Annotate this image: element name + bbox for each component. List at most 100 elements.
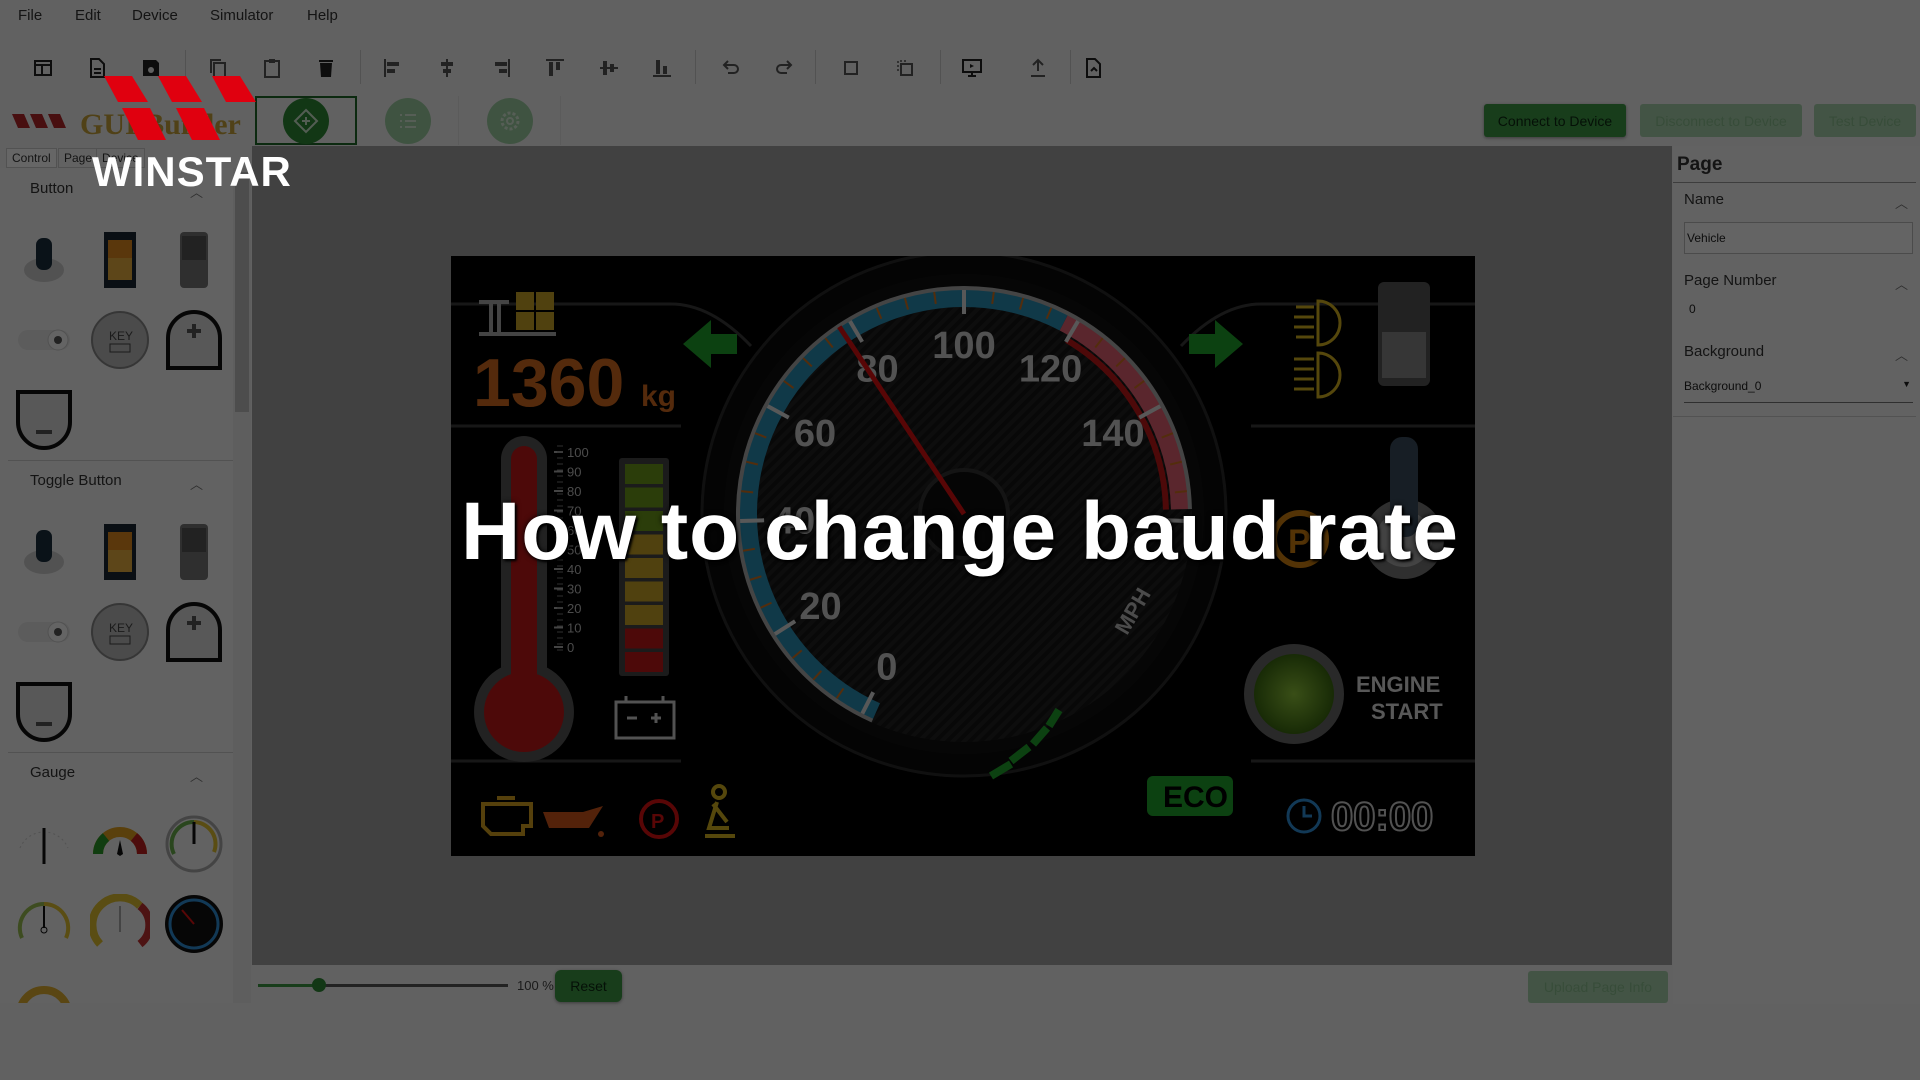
name-label: Name (1684, 191, 1725, 208)
palette-item-toggle-lever[interactable] (14, 230, 74, 290)
speed-label: 0 (876, 646, 897, 688)
page-number-value: 0 (1689, 302, 1696, 316)
palette-section-title[interactable]: Button (30, 180, 73, 197)
mode-list[interactable] (357, 96, 459, 145)
menu-file[interactable]: File (18, 7, 42, 24)
redo-icon (776, 60, 793, 74)
menu-simulator[interactable]: Simulator (210, 7, 273, 24)
palette-item-plus-button[interactable] (164, 310, 224, 370)
dropdown-arrow-icon: ▼ (1902, 379, 1911, 389)
upload-button[interactable] (1025, 55, 1051, 81)
half-gauge-icon (18, 986, 70, 1003)
redo-button[interactable] (772, 55, 798, 81)
key-button-icon: KEY (91, 603, 149, 661)
palette-item-toggle-switch[interactable] (14, 602, 74, 662)
zoom-slider-thumb[interactable] (312, 978, 326, 992)
align-left-icon (384, 59, 399, 77)
reset-zoom-button[interactable]: Reset (555, 970, 622, 1002)
align-left-button[interactable] (380, 55, 406, 81)
canvas-footer: 100 % Reset Upload Page Info (252, 966, 1672, 1004)
align-center-icon (441, 59, 453, 77)
align-middle-button[interactable] (596, 55, 622, 81)
palette-item-arc-gauge[interactable] (14, 894, 74, 954)
palette-item-minus-button[interactable] (14, 390, 74, 450)
level-segment (625, 464, 663, 484)
align-right-button[interactable] (488, 55, 514, 81)
level-segment (625, 581, 663, 602)
engine-start-button[interactable] (1244, 644, 1344, 744)
chevron-up-icon[interactable]: ︿ (1895, 274, 1908, 293)
rocker-switch-icon (104, 232, 136, 288)
palette-item-rocker-switch[interactable] (90, 230, 150, 290)
palette-item-ring-gauge[interactable] (88, 893, 154, 954)
level-segment (625, 628, 663, 649)
export-file-button[interactable] (1080, 55, 1106, 81)
palette-scrollbar-thumb[interactable] (235, 172, 249, 412)
level-segment (625, 652, 663, 672)
menu-edit[interactable]: Edit (75, 7, 101, 24)
palette-item-plus-button[interactable] (164, 602, 224, 662)
palette-item-color-gauge[interactable] (90, 814, 150, 874)
monitor-button[interactable] (959, 55, 985, 81)
chevron-up-icon[interactable]: ︿ (190, 766, 203, 785)
svg-text:KEY: KEY (109, 621, 133, 635)
slide-switch-icon (180, 232, 208, 288)
slide-switch[interactable] (1378, 282, 1430, 386)
menu-device[interactable]: Device (132, 7, 178, 24)
minus-button-icon (16, 682, 72, 742)
ring-gauge-icon (88, 893, 154, 948)
upload-page-info-button[interactable]: Upload Page Info (1528, 971, 1668, 1003)
low-beam-icon (1294, 351, 1342, 399)
bring-front-button[interactable] (838, 55, 864, 81)
test-device-button[interactable]: Test Device (1814, 104, 1916, 137)
mode-settings[interactable] (459, 96, 561, 145)
palette-item-speedometer-gauge[interactable] (164, 894, 224, 954)
oil-pressure-icon (543, 806, 604, 837)
align-bottom-icon (653, 60, 671, 77)
palette-item-slide-switch[interactable] (164, 230, 224, 290)
weight-unit: kg (641, 380, 676, 413)
disconnect-device-button[interactable]: Disconnect to Device (1640, 104, 1802, 137)
chevron-up-icon[interactable]: ︿ (1895, 345, 1908, 364)
toolbar-separator (815, 50, 816, 84)
color-gauge-icon (92, 827, 148, 856)
weight-icon (479, 292, 556, 336)
align-top-button[interactable] (542, 55, 568, 81)
palette-item-minus-button[interactable] (14, 682, 74, 742)
chevron-up-icon[interactable]: ︿ (1895, 193, 1908, 212)
align-bottom-button[interactable] (649, 55, 675, 81)
new-layout-icon (34, 60, 52, 76)
background-select[interactable]: Background_0 ▼ (1684, 379, 1913, 403)
plus-button-icon (166, 310, 222, 370)
palette-item-key-button[interactable]: KEY (90, 602, 150, 662)
svg-text:ECO: ECO (1163, 781, 1228, 814)
svg-text:KEY: KEY (109, 329, 133, 343)
start-label: START (1371, 699, 1443, 724)
align-center-button[interactable] (434, 55, 460, 81)
toolbar-separator (1070, 50, 1071, 84)
send-back-button[interactable] (892, 55, 918, 81)
monitor-icon (962, 59, 982, 77)
temp-label: 100 (567, 445, 589, 460)
palette-item-round-gauge[interactable] (164, 814, 224, 874)
palette-item-key-button[interactable]: KEY (90, 310, 150, 370)
temp-label: 90 (567, 465, 581, 480)
palette-item-half-gauge[interactable] (14, 974, 74, 1003)
palette-section-title[interactable]: Gauge (30, 764, 75, 781)
engine-label: ENGINE (1356, 672, 1440, 697)
palette-item-toggle-switch[interactable] (14, 310, 74, 370)
new-layout-button[interactable] (30, 55, 56, 81)
weight-value: 1360 (473, 345, 624, 421)
temp-label: 30 (567, 582, 581, 597)
key-button-icon: KEY (91, 311, 149, 369)
page-name-input[interactable]: Vehicle (1684, 222, 1913, 254)
undo-button[interactable] (717, 55, 743, 81)
background-label: Background (1684, 343, 1765, 360)
tab-control[interactable]: Control (6, 148, 57, 168)
palette-item-needle-gauge[interactable] (14, 814, 74, 874)
delete-button[interactable] (313, 55, 339, 81)
menu-help[interactable]: Help (307, 7, 338, 24)
connect-device-button[interactable]: Connect to Device (1484, 104, 1626, 137)
align-right-icon (495, 59, 510, 77)
list-icon (384, 97, 431, 144)
